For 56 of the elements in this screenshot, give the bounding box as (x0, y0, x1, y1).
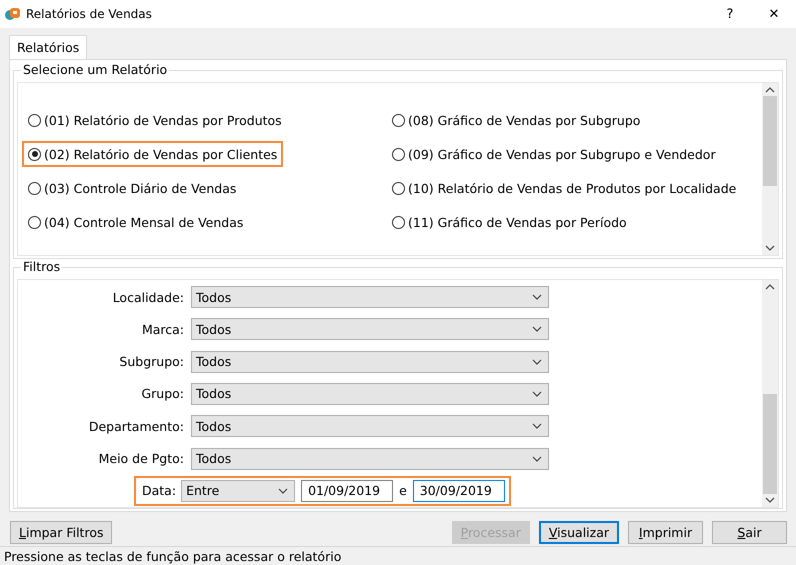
option-label[interactable]: (08) Gráfico de Vendas por Subgrupo (408, 112, 640, 128)
tab[interactable]: Relatórios (9, 35, 88, 59)
scrollbar[interactable] (762, 280, 778, 507)
radio-button[interactable] (28, 114, 41, 126)
window-title: Relatórios de Vendas (26, 7, 152, 21)
dropdown[interactable]: Todos (191, 415, 549, 438)
dropdown[interactable]: Todos (191, 318, 549, 340)
dropdown[interactable]: Todos (191, 286, 549, 308)
option-label[interactable]: (10) Relatório de Vendas de Produtos por Localidade (408, 180, 736, 196)
field-label: Marca: (140, 322, 185, 337)
radio-button[interactable] (392, 216, 405, 228)
field-label: Localidade: (112, 290, 185, 305)
radio-button[interactable] (392, 148, 405, 160)
scroll-down-icon (765, 245, 775, 251)
scroll-up-icon (765, 284, 775, 290)
option-label[interactable]: (03) Controle Diário de Vendas (44, 180, 236, 196)
option-label[interactable]: (01) Relatório de Vendas por Produtos (44, 112, 282, 128)
field-label: Departamento: (88, 418, 185, 434)
chevron-down-icon (532, 390, 542, 397)
dropdown[interactable]: Todos (191, 448, 549, 470)
date-input[interactable]: 01/09/2019 (301, 480, 394, 502)
app-logo-icon (4, 6, 20, 22)
help-button[interactable]: ? (708, 0, 752, 28)
chevron-down-icon (532, 294, 542, 300)
button[interactable]: Visualizar (538, 521, 619, 544)
chevron-down-icon (532, 423, 542, 430)
button[interactable]: Imprimir (628, 521, 703, 544)
chevron-down-icon (532, 456, 542, 462)
chevron-down-icon (532, 358, 542, 365)
option-label[interactable]: (04) Controle Mensal de Vendas (44, 214, 244, 230)
dropdown[interactable]: Entre (181, 480, 296, 502)
option-label[interactable]: (02) Relatório de Vendas por Clientes (44, 146, 278, 162)
status-bar: Pressione as teclas de função para acessar o relatório (0, 546, 796, 565)
radio-button[interactable] (28, 216, 41, 228)
date-input[interactable]: 30/09/2019 (412, 480, 505, 502)
radio-button[interactable] (28, 182, 41, 194)
radio-button[interactable] (392, 114, 405, 126)
field-label: Grupo: (140, 386, 185, 402)
close-button[interactable]: ✕ (752, 0, 796, 28)
radio-button[interactable] (28, 148, 41, 160)
option-label[interactable]: (11) Gráfico de Vendas por Período (408, 214, 627, 230)
chevron-down-icon (278, 488, 288, 494)
scroll-up-icon (765, 87, 775, 93)
scroll-down-icon (765, 497, 775, 503)
chevron-down-icon (532, 326, 542, 332)
radio-button[interactable] (392, 182, 405, 194)
dropdown[interactable]: Todos (191, 350, 549, 373)
field-label: Subgrupo: (118, 354, 185, 370)
scrollbar[interactable] (762, 83, 778, 255)
date-separator: e (399, 483, 407, 498)
field-label: Data: (141, 483, 178, 498)
field-label: Meio de Pgto: (98, 451, 185, 466)
option-label[interactable]: (09) Gráfico de Vendas por Subgrupo e Vendedor (408, 146, 716, 162)
dropdown[interactable]: Todos (191, 382, 549, 405)
button[interactable]: Sair (712, 521, 787, 544)
button[interactable]: Limpar Filtros (10, 521, 112, 544)
